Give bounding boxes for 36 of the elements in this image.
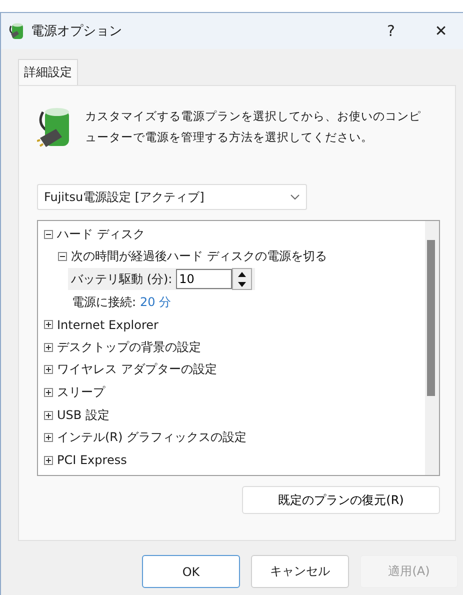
dialog-button[interactable]: OK (142, 555, 240, 588)
setting-label: 電源に接続: (72, 294, 136, 311)
expand-icon[interactable] (44, 433, 53, 442)
scrollbar[interactable] (425, 221, 439, 475)
tree-item[interactable]: Internet Explorer (57, 318, 158, 332)
window-title: 電源オプション (31, 23, 123, 40)
expand-icon[interactable] (44, 342, 53, 352)
expand-icon[interactable] (44, 388, 53, 397)
description-text: カスタマイズする電源プランを選択してから、お使いのコンピューターで電源を管理する方法を選択してください。 (85, 108, 422, 146)
expand-icon[interactable] (44, 365, 53, 374)
tree-item[interactable]: スリープ (57, 384, 105, 401)
plan-dropdown[interactable]: Fujitsu電源設定 [アクティブ] (37, 184, 307, 210)
down-arrow-icon (238, 282, 246, 287)
up-arrow-icon (238, 272, 246, 277)
tree-item[interactable]: 次の時間が経過後ハード ディスクの電源を切る (71, 248, 327, 266)
tree-item[interactable]: PCI Express (57, 453, 127, 468)
minutes-field[interactable]: 10 (176, 269, 232, 290)
dialog-button[interactable]: キャンセル (251, 555, 349, 588)
expand-icon[interactable] (44, 456, 53, 465)
restore-defaults-button[interactable]: 既定のプランの復元(R) (242, 486, 440, 514)
expand-icon[interactable] (44, 410, 53, 420)
battery-plug-icon (9, 22, 25, 40)
tree-item[interactable]: デスクトップの背景の設定 (57, 338, 201, 356)
tree-item[interactable]: インテル(R) グラフィックスの設定 (57, 429, 247, 446)
collapse-icon[interactable] (58, 252, 67, 262)
setting-label: バッテリ駆動 (分): (71, 270, 172, 288)
close-button[interactable]: ✕ (419, 13, 463, 49)
collapse-icon[interactable] (44, 230, 53, 239)
tree-item[interactable]: USB 設定 (57, 406, 110, 424)
tab[interactable]: 詳細設定 (18, 59, 78, 85)
setting-value-link[interactable]: 20 分 (140, 294, 172, 311)
tree-item[interactable]: ハード ディスク (57, 226, 145, 243)
expand-icon[interactable] (44, 320, 53, 330)
chevron-down-icon (290, 194, 300, 200)
help-button[interactable]: ? (369, 13, 413, 49)
tree-item[interactable]: ワイヤレス アダプターの設定 (57, 361, 217, 378)
